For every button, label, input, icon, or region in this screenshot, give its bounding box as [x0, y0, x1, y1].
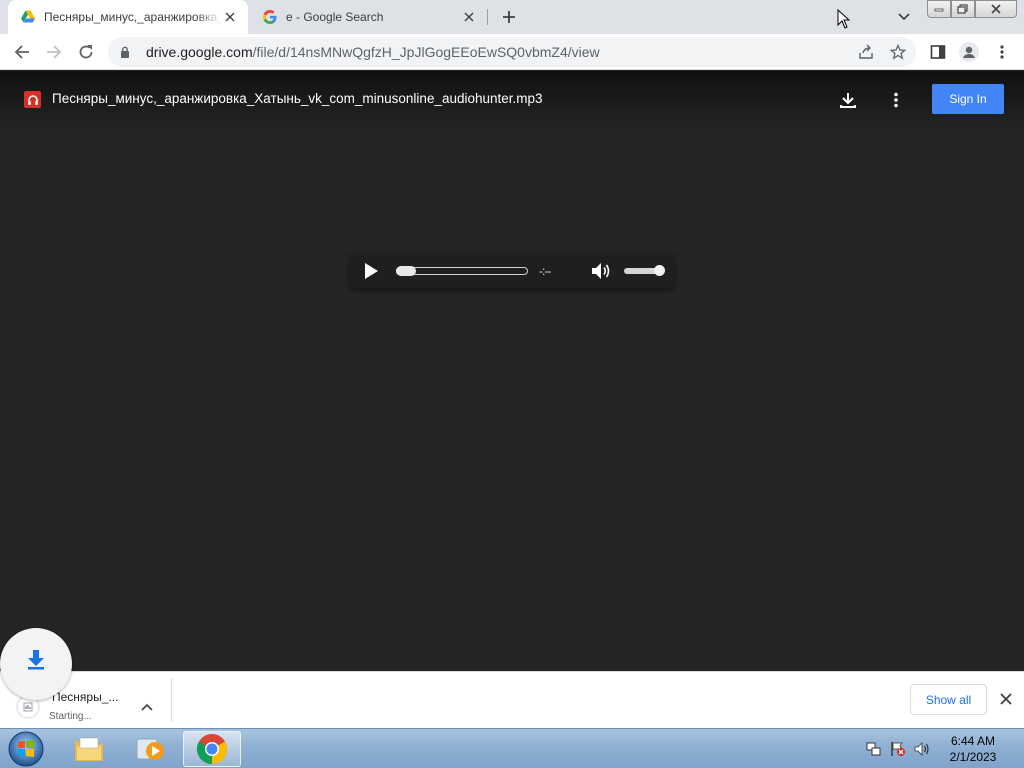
- volume-icon: [592, 263, 610, 279]
- arrow-right-icon: [47, 45, 62, 59]
- reload-button[interactable]: [76, 42, 96, 62]
- shelf-divider: [171, 678, 172, 722]
- lock-icon[interactable]: [118, 45, 132, 59]
- show-all-button[interactable]: Show all: [910, 684, 987, 715]
- share-icon: [859, 44, 873, 59]
- download-in-progress-bubble[interactable]: [0, 628, 72, 700]
- clock-date: 2/1/2023: [949, 750, 997, 764]
- chevron-up-icon: [141, 703, 153, 711]
- windows-taskbar: 6:44 AM 2/1/2023: [0, 728, 1024, 768]
- network-icon[interactable]: [866, 741, 882, 757]
- close-icon: [991, 4, 1001, 14]
- audio-file-icon: [24, 91, 41, 108]
- taskbar-explorer[interactable]: [60, 731, 118, 767]
- minimize-icon: [934, 8, 944, 12]
- tab-strip: Песняры_минус,_аранжировка_ e - Google S…: [0, 0, 1024, 34]
- seek-handle[interactable]: [396, 266, 416, 276]
- taskbar-media-player[interactable]: [121, 731, 179, 767]
- download-icon: [840, 93, 856, 108]
- tab-title: Песняры_минус,_аранжировка_: [44, 10, 222, 24]
- back-button[interactable]: [12, 42, 32, 62]
- download-file-name: Песняры_...: [52, 690, 119, 704]
- audio-player: -:--: [350, 254, 674, 288]
- volume-handle[interactable]: [654, 265, 665, 276]
- tab-title: e - Google Search: [286, 10, 384, 24]
- star-icon: [890, 44, 906, 60]
- media-player-icon: [136, 738, 164, 760]
- plus-icon: [503, 11, 515, 23]
- google-drive-icon: [20, 9, 36, 25]
- folder-icon: [75, 737, 103, 761]
- tab-drive-file[interactable]: Песняры_минус,_аранжировка_: [8, 0, 248, 34]
- side-panel-icon: [930, 45, 946, 59]
- clock-time: 6:44 AM: [950, 734, 996, 748]
- kebab-menu-icon: [1000, 45, 1004, 59]
- windows-logo-icon: [8, 731, 44, 767]
- play-button[interactable]: [362, 262, 380, 280]
- new-tab-button[interactable]: [498, 6, 520, 28]
- chrome-icon: [196, 734, 228, 764]
- volume-slider[interactable]: [624, 265, 665, 276]
- minimize-button[interactable]: [927, 0, 951, 18]
- close-window-button[interactable]: [975, 0, 1017, 18]
- browser-menu-button[interactable]: [992, 42, 1012, 62]
- close-icon: [1000, 693, 1012, 705]
- close-tab-icon[interactable]: [461, 9, 477, 25]
- tab-divider: [487, 9, 488, 25]
- side-panel-button[interactable]: [928, 42, 948, 62]
- browser-toolbar: drive.google.com/file/d/14nsMNwQgfzH_JpJ…: [0, 34, 1024, 70]
- download-button[interactable]: [837, 89, 859, 111]
- bookmark-button[interactable]: [888, 42, 908, 62]
- tab-search-button[interactable]: [895, 8, 913, 26]
- profile-button[interactable]: [959, 42, 979, 62]
- kebab-menu-icon: [894, 92, 898, 108]
- chevron-down-icon: [898, 13, 910, 21]
- address-bar[interactable]: drive.google.com/file/d/14nsMNwQgfzH_JpJ…: [108, 37, 916, 67]
- close-shelf-button[interactable]: [998, 691, 1014, 707]
- forward-button[interactable]: [44, 42, 64, 62]
- window-controls: [927, 0, 1017, 18]
- seek-slider[interactable]: [396, 266, 528, 276]
- taskbar-chrome[interactable]: [183, 731, 241, 767]
- action-center-flag-icon[interactable]: [890, 741, 906, 757]
- headphones-icon: [27, 94, 38, 105]
- play-icon: [365, 263, 378, 279]
- mute-button[interactable]: [591, 262, 613, 280]
- drive-file-viewer: Песняры_минус,_аранжировка_Хатынь_vk_com…: [0, 71, 1024, 671]
- arrow-left-icon: [14, 45, 29, 59]
- mouse-cursor-icon: [837, 8, 851, 29]
- tab-google-search[interactable]: e - Google Search: [252, 0, 487, 34]
- download-arrow-icon: [26, 648, 46, 670]
- google-g-icon: [262, 9, 278, 25]
- time-display: -:--: [539, 264, 551, 278]
- viewer-more-button[interactable]: [885, 89, 907, 111]
- system-clock[interactable]: 6:44 AM 2/1/2023: [944, 733, 1002, 765]
- file-name: Песняры_минус,_аранжировка_Хатынь_vk_com…: [52, 91, 543, 106]
- download-shelf: Песняры_... Starting... Show all: [0, 671, 1024, 728]
- start-button[interactable]: [4, 730, 48, 768]
- avatar-icon: [959, 42, 979, 62]
- download-status: Starting...: [49, 711, 92, 722]
- download-options-button[interactable]: [140, 700, 154, 714]
- restore-button[interactable]: [951, 0, 975, 18]
- close-tab-icon[interactable]: [222, 9, 238, 25]
- sign-in-button[interactable]: Sign In: [932, 84, 1004, 114]
- url-text: drive.google.com/file/d/14nsMNwQgfzH_JpJ…: [146, 44, 600, 60]
- reload-icon: [79, 45, 93, 59]
- speaker-icon[interactable]: [914, 741, 930, 757]
- share-button[interactable]: [856, 42, 876, 62]
- restore-icon: [957, 4, 968, 14]
